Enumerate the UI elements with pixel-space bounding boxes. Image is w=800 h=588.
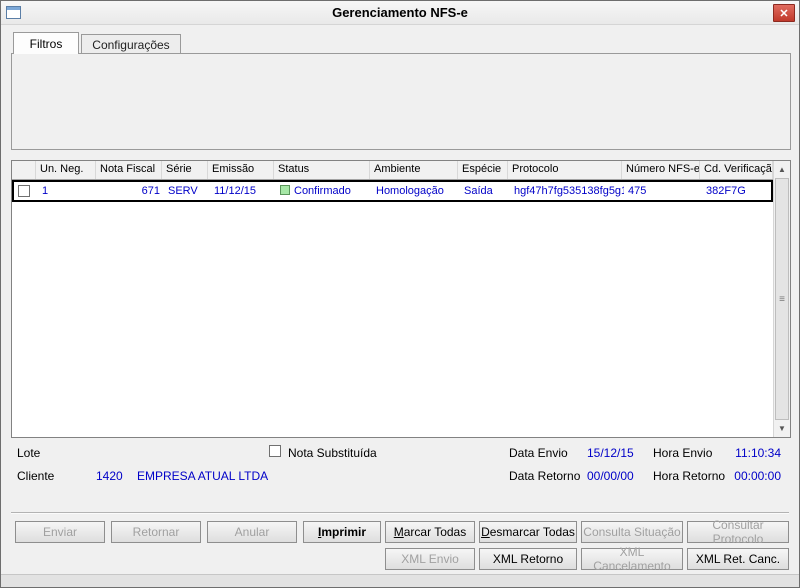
data-grid: Un. Neg. Nota Fiscal Série Emissão Statu… [11, 160, 791, 438]
column-cd-verificacao[interactable]: Cd. Verificação [700, 161, 773, 179]
xml-ret-canc-button[interactable]: XML Ret. Canc. [687, 548, 789, 570]
hora-envio-label: Hora Envio [653, 446, 712, 460]
data-envio-label: Data Envio [509, 446, 568, 460]
scroll-thumb[interactable]: ≡ [775, 178, 789, 420]
cell-status: Confirmado [276, 184, 372, 198]
separator-line [11, 512, 789, 514]
cell-nota-fiscal: 671 [98, 184, 164, 198]
marcar-todas-button[interactable]: Marcar Todas [385, 521, 475, 543]
thumb-grip-icon: ≡ [779, 294, 785, 305]
consulta-situacao-button[interactable]: Consulta Situação [581, 521, 683, 543]
grid-header: Un. Neg. Nota Fiscal Série Emissão Statu… [12, 161, 773, 180]
data-retorno-value: 00/00/00 [587, 469, 634, 483]
close-button[interactable]: ✕ [773, 4, 795, 22]
close-icon: ✕ [779, 7, 788, 20]
tab-filtros[interactable]: Filtros [13, 32, 79, 54]
data-envio-value: 15/12/15 [587, 446, 634, 460]
cell-un-neg: 1 [38, 184, 98, 198]
scroll-down-button[interactable]: ▼ [774, 420, 790, 437]
data-retorno-label: Data Retorno [509, 469, 580, 483]
table-row[interactable]: 1 671 SERV 11/12/15 Confirmado Homologaç… [12, 180, 773, 202]
imprimir-button[interactable]: Imprimir [303, 521, 381, 543]
xml-envio-button[interactable]: XML Envio [385, 548, 475, 570]
tab-configuracoes[interactable]: Configurações [81, 34, 181, 54]
window-title: Gerenciamento NFS-e [332, 5, 468, 20]
cell-numero-nfse: 475 [624, 184, 702, 198]
desmarcar-todas-button[interactable]: Desmarcar Todas [479, 521, 577, 543]
column-status[interactable]: Status [274, 161, 370, 179]
vertical-scrollbar[interactable]: ▲ ≡ ▼ [773, 161, 790, 437]
cell-protocolo: hgf47h7fg535138fg5g147 [510, 184, 624, 198]
gerenciamento-nfse-window: Gerenciamento NFS-e ✕ Filtros Configuraç… [0, 0, 800, 588]
enviar-button[interactable]: Enviar [15, 521, 105, 543]
column-especie[interactable]: Espécie [458, 161, 508, 179]
cell-serie: SERV [164, 184, 210, 198]
scroll-up-button[interactable]: ▲ [774, 161, 790, 178]
cliente-code-value: 1420 [96, 469, 123, 483]
hora-envio-value: 11:10:34 [735, 446, 781, 460]
cell-especie: Saída [460, 184, 510, 198]
column-nota-fiscal[interactable]: Nota Fiscal [96, 161, 162, 179]
row-select-cell [14, 184, 38, 198]
row-checkbox[interactable] [18, 185, 30, 197]
detail-lote-label: Lote [17, 446, 40, 460]
column-un-neg[interactable]: Un. Neg. [36, 161, 96, 179]
xml-retorno-button[interactable]: XML Retorno [479, 548, 577, 570]
xml-cancelamento-button[interactable]: XML Cancelamento [581, 548, 683, 570]
app-icon [6, 6, 21, 19]
anular-button[interactable]: Anular [207, 521, 297, 543]
hora-retorno-value: 00:00:00 [734, 469, 781, 483]
detail-cliente-label: Cliente [17, 469, 54, 483]
cliente-name-value: EMPRESA ATUAL LTDA [137, 469, 268, 483]
title-bar[interactable]: Gerenciamento NFS-e ✕ [1, 1, 799, 25]
retornar-button[interactable]: Retornar [111, 521, 201, 543]
column-numero-nfse[interactable]: Número NFS-e [622, 161, 700, 179]
cell-cd-verificacao: 382F7G [702, 184, 771, 198]
consultar-protocolo-button[interactable]: Consultar Protocolo [687, 521, 789, 543]
cell-ambiente: Homologação [372, 184, 460, 198]
column-protocolo[interactable]: Protocolo [508, 161, 622, 179]
nota-substituida-label: Nota Substituída [288, 446, 377, 460]
nota-substituida-checkbox[interactable] [269, 445, 281, 457]
window-footer [1, 574, 799, 587]
column-ambiente[interactable]: Ambiente [370, 161, 458, 179]
confirmed-status-icon [280, 185, 290, 195]
filter-panel [11, 53, 791, 150]
column-select[interactable] [12, 161, 36, 179]
column-emissao[interactable]: Emissão [208, 161, 274, 179]
cell-emissao: 11/12/15 [210, 184, 276, 198]
hora-retorno-label: Hora Retorno [653, 469, 725, 483]
status-text: Confirmado [294, 185, 351, 197]
column-serie[interactable]: Série [162, 161, 208, 179]
